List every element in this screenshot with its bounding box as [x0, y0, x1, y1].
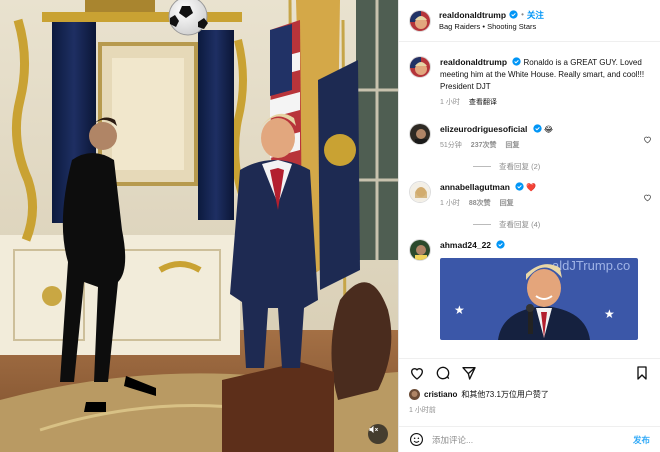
- author-username[interactable]: realdonaldtrump: [439, 9, 506, 21]
- reply-button[interactable]: 回复: [505, 140, 519, 152]
- commenter-avatar[interactable]: [409, 181, 431, 203]
- post-video[interactable]: [0, 0, 398, 452]
- comments-list[interactable]: realdonaldtrump Ronaldo is a GREAT GUY. …: [399, 46, 660, 354]
- audio-track-link[interactable]: Bag Raiders • Shooting Stars: [439, 21, 544, 33]
- post-header: realdonaldtrump • 关注 Bag Raiders • Shoot…: [399, 0, 660, 42]
- translate-link[interactable]: 查看翻译: [469, 97, 497, 109]
- post-actions: [399, 358, 660, 386]
- verified-icon: [512, 57, 521, 66]
- svg-text:★: ★: [454, 303, 465, 317]
- comment-time: 51分钟: [440, 142, 462, 149]
- commenter-username[interactable]: annabellagutman: [440, 182, 510, 192]
- mute-icon: [369, 425, 378, 434]
- comment-item: ahmad24_22 aldJTrump.co ★ ★: [399, 239, 660, 340]
- comment-likes[interactable]: 88次赞: [469, 198, 491, 210]
- comment-time: 1 小时: [440, 200, 460, 207]
- author-avatar[interactable]: [409, 56, 431, 78]
- post-time: 1 小时前: [409, 407, 436, 414]
- caption: realdonaldtrump Ronaldo is a GREAT GUY. …: [399, 56, 660, 109]
- view-replies[interactable]: 查看回复 (4): [473, 219, 660, 230]
- author-avatar[interactable]: [409, 9, 431, 32]
- commenter-avatar[interactable]: [409, 239, 431, 261]
- caption-username[interactable]: realdonaldtrump: [440, 57, 507, 67]
- likes-summary[interactable]: cristiano 和其他73.1万位用户赞了: [409, 389, 549, 400]
- bookmark-icon[interactable]: [634, 365, 650, 381]
- caption-time: 1 小时: [440, 99, 460, 106]
- verified-icon: [515, 182, 524, 191]
- comment-composer: 发布: [399, 426, 660, 452]
- comment-input[interactable]: [432, 434, 633, 445]
- mute-button[interactable]: [368, 424, 388, 444]
- follow-button[interactable]: 关注: [527, 9, 544, 21]
- comment-text: ❤️: [526, 183, 537, 192]
- embed-banner-text: aldJTrump.co: [552, 258, 630, 273]
- commenter-username[interactable]: elizeurodriguesoficial: [440, 124, 527, 134]
- reply-button[interactable]: 回复: [500, 198, 514, 210]
- view-replies[interactable]: 查看回复 (2): [473, 161, 660, 172]
- comment-icon[interactable]: [435, 365, 451, 381]
- post-comment-button[interactable]: 发布: [633, 434, 650, 446]
- heart-icon[interactable]: [409, 365, 425, 381]
- liker-name[interactable]: cristiano: [424, 390, 457, 399]
- svg-text:★: ★: [604, 307, 615, 321]
- verified-icon: [533, 124, 542, 133]
- comment-item: elizeurodriguesoficial 😂 51分钟 237次赞 回复: [399, 123, 660, 152]
- share-icon[interactable]: [461, 365, 477, 381]
- likes-text: 和其他73.1万位用户赞了: [461, 390, 549, 399]
- comment-likes[interactable]: 237次赞: [471, 140, 497, 152]
- post-sidebar: realdonaldtrump • 关注 Bag Raiders • Shoot…: [398, 0, 660, 452]
- commenter-avatar[interactable]: [409, 123, 431, 145]
- comment-text: 😂: [543, 125, 554, 134]
- comment-image[interactable]: aldJTrump.co ★ ★: [440, 258, 638, 340]
- verified-icon: [496, 240, 505, 249]
- commenter-username[interactable]: ahmad24_22: [440, 240, 491, 250]
- liker-avatar: [409, 389, 420, 400]
- video-frame: [0, 0, 398, 452]
- heart-icon[interactable]: [643, 135, 652, 144]
- heart-icon[interactable]: [643, 193, 652, 202]
- verified-icon: [509, 10, 518, 19]
- comment-item: annabellagutman ❤️ 1 小时 88次赞 回复: [399, 181, 660, 210]
- emoji-icon[interactable]: [409, 432, 424, 447]
